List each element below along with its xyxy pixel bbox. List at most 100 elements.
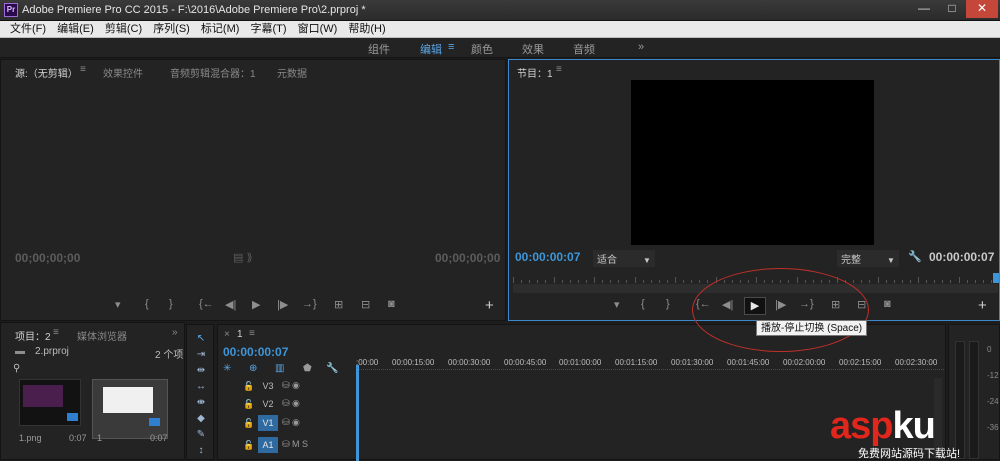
source-menu-icon[interactable]: ≡ — [80, 64, 86, 75]
menu-window[interactable]: 窗口(W) — [294, 21, 342, 38]
hand-tool-icon[interactable]: ↕ — [193, 445, 209, 458]
project-more-icon[interactable]: » — [172, 327, 178, 338]
add-edit-icon[interactable]: ▥ — [275, 363, 284, 374]
workspace-tab-assembly[interactable]: 组件 — [368, 41, 390, 57]
razor-tool-icon[interactable]: ◆ — [193, 413, 209, 426]
ruler-tick — [958, 277, 960, 283]
export-frame-icon[interactable]: ◙ — [388, 298, 395, 310]
track-label-v1[interactable]: V1 — [258, 415, 278, 431]
track-toggles[interactable]: ⛁ ◉ — [282, 380, 300, 391]
workspace-tab-effects[interactable]: 效果 — [522, 41, 544, 57]
source-settings-icon[interactable]: ▤ ⟫ — [233, 251, 253, 264]
tab-project[interactable]: 项目：2 — [15, 328, 51, 343]
mark-out-icon[interactable]: } — [666, 298, 670, 310]
program-menu-icon[interactable]: ≡ — [556, 64, 562, 75]
add-marker-icon[interactable]: ▾ — [115, 298, 121, 311]
overwrite-icon[interactable]: ⊟ — [361, 298, 370, 311]
source-add-button-icon[interactable]: + — [485, 297, 494, 314]
fit-dropdown[interactable]: 适合 ▼ — [593, 250, 655, 267]
go-to-in-icon[interactable]: {← — [199, 298, 214, 310]
watermark-logo: aspku — [830, 405, 936, 448]
step-back-icon[interactable]: ◀| — [225, 298, 236, 311]
watermark-logo-text: aspku — [830, 405, 936, 447]
mark-in-icon[interactable]: { — [641, 298, 645, 310]
ruler-tick — [577, 280, 579, 283]
ruler-tick — [934, 280, 936, 283]
close-icon[interactable]: × — [224, 329, 230, 340]
ruler-label: 00:01:30:00 — [671, 358, 714, 367]
folder-icon: ▬ — [15, 346, 25, 357]
menu-clip[interactable]: 剪辑(C) — [101, 21, 146, 38]
add-marker-icon[interactable]: ▾ — [614, 298, 620, 311]
project-item-thumbnail-sequence[interactable] — [92, 379, 168, 439]
timeline-settings-icon[interactable]: 🔧 — [326, 363, 338, 374]
insert-icon[interactable]: ⊞ — [334, 298, 343, 311]
close-button[interactable]: ✕ — [966, 0, 998, 18]
track-toggles[interactable]: ⛁ ◉ — [282, 398, 300, 409]
pen-tool-icon[interactable]: ✎ — [193, 429, 209, 442]
workspace-more-icon[interactable]: » — [638, 41, 644, 53]
tab-metadata[interactable]: 元数据 — [277, 65, 307, 80]
window-title: Adobe Premiere Pro CC 2015 - F:\2016\Ado… — [22, 4, 366, 16]
lock-icon[interactable]: 🔓 — [243, 381, 254, 392]
menu-title[interactable]: 字幕(T) — [246, 21, 290, 38]
track-header-v1: 🔓 V1 ⛁ ◉ — [218, 415, 356, 433]
program-playhead[interactable] — [993, 273, 999, 283]
ripple-edit-tool-icon[interactable]: ⇹ — [193, 365, 209, 378]
workspace-tab-audio[interactable]: 音频 — [573, 41, 595, 57]
timeline-ruler[interactable]: :00:00 00:00:15:00 00:00:30:00 00:00:45:… — [356, 355, 944, 375]
audio-meter-left — [955, 341, 965, 459]
program-timecode[interactable]: 00:00:00:07 — [515, 250, 580, 264]
linked-selection-icon[interactable]: ⊕ — [249, 363, 257, 374]
program-video-display[interactable] — [631, 80, 874, 245]
track-toggles[interactable]: ⛁ M S — [282, 439, 308, 450]
program-duration: 00:00:00:07 — [929, 250, 995, 264]
source-timecode[interactable]: 00;00;00;00 — [15, 251, 80, 265]
project-menu-icon[interactable]: ≡ — [53, 327, 59, 338]
menu-edit[interactable]: 编辑(E) — [53, 21, 98, 38]
tab-source[interactable]: 源:（无剪辑） — [15, 65, 78, 80]
menu-help[interactable]: 帮助(H) — [344, 21, 389, 38]
export-frame-icon[interactable]: ◙ — [884, 298, 891, 310]
menu-file[interactable]: 文件(F) — [6, 21, 50, 38]
mark-out-icon[interactable]: } — [169, 298, 173, 310]
timeline-menu-icon[interactable]: ≡ — [249, 328, 255, 339]
go-to-out-icon[interactable]: →} — [302, 298, 317, 310]
selection-tool-icon[interactable]: ↖ — [193, 333, 209, 346]
timeline-playhead[interactable] — [356, 365, 359, 461]
track-toggles[interactable]: ⛁ ◉ — [282, 417, 300, 428]
menu-sequence[interactable]: 序列(S) — [149, 21, 194, 38]
maximize-button[interactable]: □ — [938, 0, 966, 18]
tab-effect-controls[interactable]: 效果控件 — [103, 65, 143, 80]
track-label-a1[interactable]: A1 — [258, 437, 278, 453]
ruler-tick — [869, 280, 871, 283]
track-select-tool-icon[interactable]: ⇥ — [193, 349, 209, 362]
mark-in-icon[interactable]: { — [145, 298, 149, 310]
tab-sequence[interactable]: 1 — [237, 329, 243, 340]
program-add-button-icon[interactable]: + — [978, 297, 987, 314]
slip-tool-icon[interactable]: ⇼ — [193, 397, 209, 410]
workspace-tab-editing[interactable]: 编辑 — [420, 41, 442, 57]
track-label-v3[interactable]: V3 — [258, 378, 278, 394]
quality-dropdown[interactable]: 完整 ▼ — [837, 250, 899, 267]
search-icon[interactable]: ⚲ — [13, 363, 20, 374]
tab-media-browser[interactable]: 媒体浏览器 — [77, 328, 127, 343]
rate-stretch-tool-icon[interactable]: ↔ — [193, 381, 209, 394]
lock-icon[interactable]: 🔓 — [243, 440, 254, 451]
timeline-timecode[interactable]: 00:00:00:07 — [223, 345, 288, 359]
menu-marker[interactable]: 标记(M) — [197, 21, 244, 38]
snap-icon[interactable]: ✳ — [223, 363, 231, 374]
lock-icon[interactable]: 🔓 — [243, 399, 254, 410]
tab-audio-clip-mixer[interactable]: 音频剪辑混合器：1 — [170, 65, 256, 80]
tab-program[interactable]: 节目：1 — [517, 65, 553, 80]
minimize-button[interactable]: — — [910, 0, 938, 18]
workspace-tab-color[interactable]: 颜色 — [471, 41, 493, 57]
step-forward-icon[interactable]: |▶ — [277, 298, 288, 311]
play-icon[interactable]: ▶ — [252, 298, 260, 311]
wrench-icon[interactable]: 🔧 — [908, 250, 922, 263]
lock-icon[interactable]: 🔓 — [243, 418, 254, 429]
marker-icon[interactable]: ⬟ — [303, 363, 312, 374]
track-label-v2[interactable]: V2 — [258, 396, 278, 412]
project-item-thumbnail-1png[interactable] — [19, 379, 81, 426]
workspace-menu-icon[interactable]: ≡ — [448, 41, 454, 53]
